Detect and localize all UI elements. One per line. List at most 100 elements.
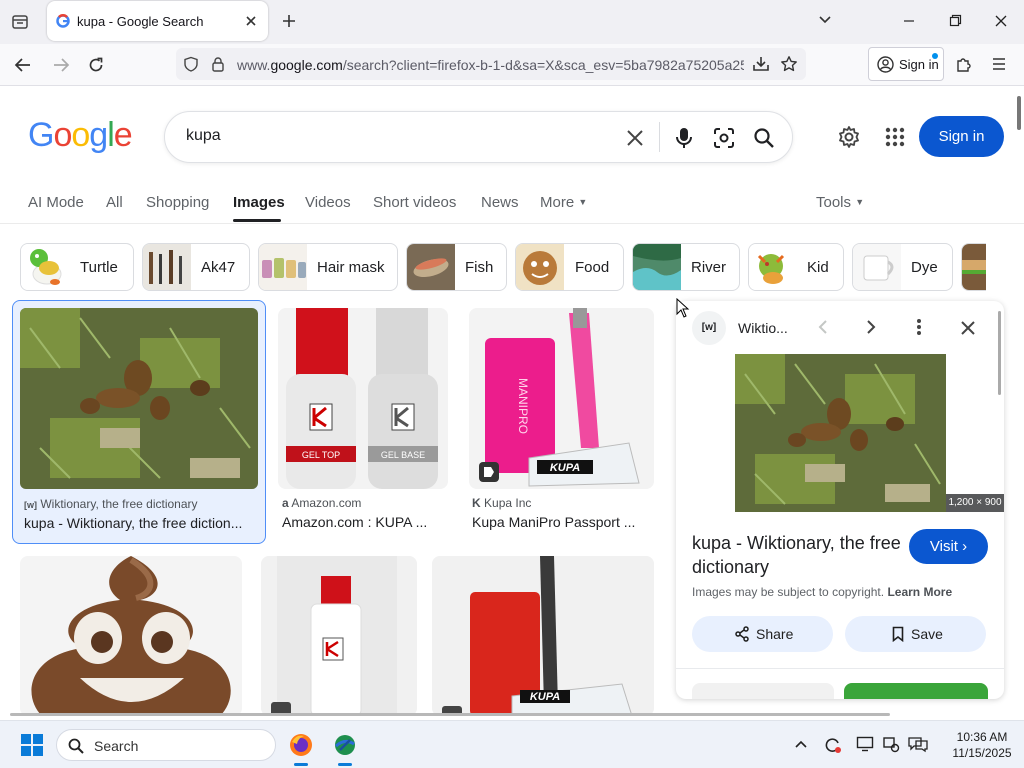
tab-short-videos[interactable]: Short videos (373, 194, 456, 211)
tracking-protection-shield-icon[interactable] (183, 56, 199, 72)
notification-dot-icon (932, 53, 938, 59)
bookmark-star-icon[interactable] (780, 55, 798, 73)
chip-kid[interactable]: Kid (748, 243, 844, 291)
result-card[interactable]: GEL TOP GEL BASE a Amazon.com Amazon.com… (270, 300, 460, 544)
clear-search-icon[interactable] (625, 128, 645, 148)
search-box[interactable]: kupa (164, 111, 793, 163)
browser-toolbar: www.google.com/search?client=firefox-b-1… (0, 44, 1024, 86)
save-to-pocket-icon[interactable] (752, 55, 770, 73)
app-globe-taskbar-icon[interactable] (332, 732, 358, 766)
share-button[interactable]: Share (692, 616, 833, 652)
result-card-selected[interactable]: [w] Wiktionary, the free dictionary kupa… (12, 300, 266, 544)
visit-button[interactable]: Visit › (909, 529, 988, 564)
browser-tab-active[interactable]: kupa - Google Search (47, 1, 268, 41)
tab-shopping[interactable]: Shopping (146, 194, 209, 211)
chip-dye[interactable]: Dye (852, 243, 953, 291)
result-title[interactable]: kupa - Wiktionary, the free diction... (24, 515, 259, 531)
horizontal-scrollbar[interactable] (10, 713, 890, 716)
result-card[interactable]: KUPA MANIPRO K Kupa Inc Kupa ManiPro Pas… (462, 300, 662, 544)
taskbar-search-label: Search (94, 738, 139, 754)
page-vertical-scrollbar[interactable] (1017, 96, 1021, 130)
tab-all[interactable]: All (106, 194, 123, 211)
chip-river[interactable]: River (632, 243, 740, 291)
logo-letter: g (89, 116, 108, 154)
next-image-chevron-icon[interactable] (864, 319, 878, 335)
save-button[interactable]: Save (845, 616, 986, 652)
app-menu-hamburger-icon[interactable] (991, 56, 1007, 72)
settings-gear-icon[interactable] (837, 125, 861, 149)
lens-camera-icon[interactable] (713, 127, 735, 149)
chip-thumb-ak47 (143, 244, 191, 290)
back-icon[interactable] (14, 56, 32, 74)
network-settings-icon[interactable] (882, 735, 900, 753)
list-all-tabs-chevron-icon[interactable] (818, 15, 832, 25)
result-image-manipro: KUPA MANIPRO (469, 308, 654, 489)
chip-hair-mask[interactable]: Hair mask (258, 243, 398, 291)
new-tab-icon[interactable] (281, 13, 297, 29)
save-label: Save (911, 626, 943, 642)
tab-list-icon[interactable] (10, 12, 30, 32)
lock-icon[interactable] (211, 56, 225, 72)
display-icon[interactable] (856, 735, 874, 753)
related-image-thumb[interactable] (844, 683, 988, 699)
address-bar[interactable]: www.google.com/search?client=firefox-b-1… (176, 48, 806, 80)
chat-messages-icon[interactable] (907, 735, 929, 753)
tab-more[interactable]: More ▼ (540, 194, 587, 211)
chip-ak47[interactable]: Ak47 (142, 243, 250, 291)
result-source-name: Kupa Inc (484, 496, 532, 510)
tools-button[interactable]: Tools ▼ (816, 194, 864, 211)
sync-update-icon[interactable] (823, 735, 843, 755)
chip-turtle[interactable]: Turtle (20, 243, 134, 291)
related-image-thumb[interactable] (692, 683, 834, 699)
search-submit-icon[interactable] (753, 127, 775, 149)
panel-preview-image[interactable] (735, 354, 946, 512)
result-title[interactable]: Kupa ManiPro Passport ... (472, 514, 654, 530)
reload-icon[interactable] (87, 56, 105, 74)
tab-news[interactable]: News (481, 194, 519, 211)
tab-ai-mode[interactable]: AI Mode (28, 194, 84, 211)
panel-title[interactable]: kupa - Wiktionary, the free dictionary (692, 531, 902, 579)
window-close-icon[interactable] (994, 14, 1008, 28)
extensions-puzzle-icon[interactable] (955, 55, 973, 73)
bottle-label-gel-base: GEL BASE (381, 450, 425, 460)
chip-fish[interactable]: Fish (406, 243, 507, 291)
result-image-kupa (20, 308, 258, 489)
more-options-icon[interactable] (915, 318, 923, 336)
tab-close-icon[interactable] (244, 14, 258, 28)
result-image-poop-emoji[interactable] (20, 556, 242, 716)
tab-images[interactable]: Images (233, 194, 285, 211)
firefox-account-button[interactable]: Sign in (868, 47, 944, 81)
show-hidden-icons-chevron-icon[interactable] (794, 739, 808, 749)
chip-label: Hair mask (317, 259, 385, 276)
chip-thumb-food (516, 244, 564, 290)
taskbar-search-box[interactable]: Search (56, 729, 276, 761)
firefox-taskbar-icon[interactable] (288, 732, 314, 766)
chip-food[interactable]: Food (515, 243, 624, 291)
result-title[interactable]: Amazon.com : KUPA ... (282, 514, 454, 530)
voice-search-mic-icon[interactable] (674, 126, 694, 150)
previous-image-chevron-icon[interactable] (816, 319, 830, 335)
result-image-gel-top-bottle[interactable] (261, 556, 417, 716)
tab-videos[interactable]: Videos (305, 194, 351, 211)
result-image-red-manipro[interactable]: KUPA (432, 556, 654, 716)
google-apps-grid-icon[interactable] (885, 127, 905, 147)
close-panel-icon[interactable] (960, 320, 976, 336)
maximize-icon[interactable] (948, 14, 962, 28)
search-input[interactable]: kupa (186, 127, 221, 145)
taskbar-clock[interactable]: 10:36 AM 11/15/2025 (942, 729, 1022, 761)
amazon-favicon-icon: a (282, 496, 289, 510)
chip-partial[interactable] (961, 243, 986, 291)
url-text[interactable]: www.google.com/search?client=firefox-b-1… (237, 57, 744, 73)
minimize-icon[interactable] (902, 14, 916, 28)
windows-start-icon[interactable] (21, 734, 43, 756)
chevron-right-icon: › (962, 538, 968, 555)
chip-thumb-partial (962, 244, 986, 290)
learn-more-link[interactable]: Learn More (887, 585, 952, 599)
forward-icon[interactable] (52, 56, 70, 74)
google-logo[interactable]: Google (28, 116, 133, 155)
panel-scrollbar[interactable] (998, 311, 1001, 395)
panel-site-name[interactable]: Wiktio... (738, 320, 788, 336)
google-sign-in-button[interactable]: Sign in (919, 116, 1004, 157)
mouse-cursor-icon (676, 298, 690, 318)
chip-label: Fish (465, 259, 494, 276)
